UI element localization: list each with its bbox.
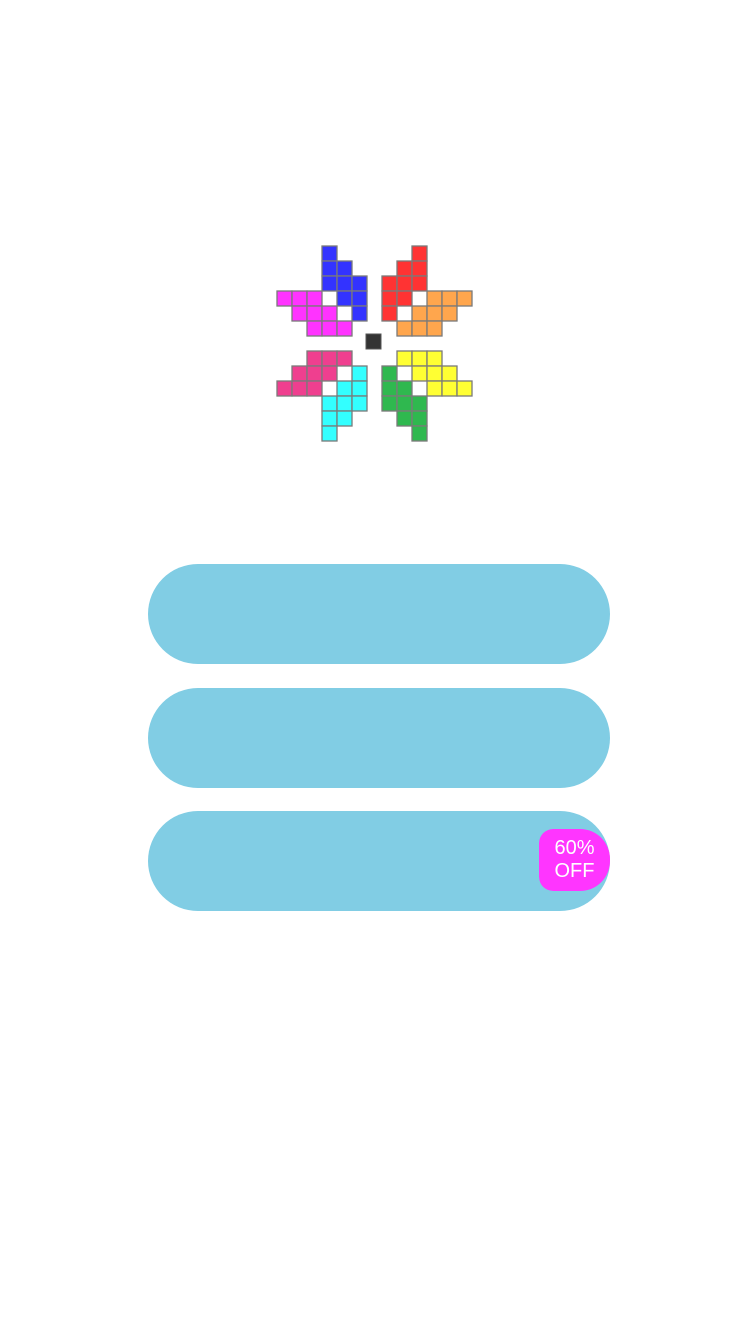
- logo-cell: [411, 395, 428, 412]
- logo-cell: [396, 350, 413, 367]
- logo-cell: [336, 260, 353, 277]
- logo-cell: [306, 365, 323, 382]
- discount-badge-percent: 60%: [554, 837, 595, 859]
- logo-cell: [351, 290, 368, 307]
- logo-cell: [441, 305, 458, 322]
- logo-cell: [381, 380, 398, 397]
- logo-cell: [306, 350, 323, 367]
- logo-cell: [411, 365, 428, 382]
- logo-cell: [321, 350, 338, 367]
- logo-cell: [441, 365, 458, 382]
- logo-cell: [321, 410, 338, 427]
- logo-cell: [306, 380, 323, 397]
- logo-cell: [426, 290, 443, 307]
- logo-cell: [321, 260, 338, 277]
- logo-cell: [426, 365, 443, 382]
- logo-cell: [426, 380, 443, 397]
- logo-cell: [426, 320, 443, 337]
- logo-cell: [411, 260, 428, 277]
- logo-cell: [381, 365, 398, 382]
- logo-cell: [411, 350, 428, 367]
- logo-cell: [396, 320, 413, 337]
- logo-cell: [321, 305, 338, 322]
- logo-cell: [336, 350, 353, 367]
- logo-cell: [276, 380, 293, 397]
- logo-center-dot: [365, 333, 382, 350]
- discount-badge-off: OFF: [554, 860, 595, 882]
- logo-cell: [351, 380, 368, 397]
- logo-cell: [381, 395, 398, 412]
- logo-cell: [291, 365, 308, 382]
- logo-cell: [306, 305, 323, 322]
- logo-cell: [291, 305, 308, 322]
- logo-cell: [411, 320, 428, 337]
- logo-cell: [351, 365, 368, 382]
- logo-cell: [336, 275, 353, 292]
- logo-cell: [336, 395, 353, 412]
- logo-cell: [411, 275, 428, 292]
- logo-cell: [441, 290, 458, 307]
- logo-cell: [306, 290, 323, 307]
- discount-badge: 60% OFF: [539, 829, 610, 891]
- app-logo: [276, 245, 473, 442]
- logo-cell: [321, 395, 338, 412]
- logo-cell: [336, 320, 353, 337]
- logo-cell: [336, 290, 353, 307]
- logo-cell: [381, 290, 398, 307]
- logo-cell: [411, 410, 428, 427]
- logo-cell: [411, 245, 428, 262]
- logo-cell: [381, 275, 398, 292]
- logo-cell: [396, 395, 413, 412]
- logo-cell: [321, 365, 338, 382]
- logo-cell: [411, 425, 428, 442]
- logo-cell: [381, 305, 398, 322]
- logo-cell: [336, 410, 353, 427]
- logo-cell: [291, 290, 308, 307]
- logo-cell: [351, 275, 368, 292]
- menu-button-2-label: [148, 688, 610, 788]
- logo-cell: [426, 350, 443, 367]
- logo-cell: [411, 305, 428, 322]
- logo-cell: [396, 380, 413, 397]
- logo-cell: [321, 275, 338, 292]
- logo-cell: [291, 380, 308, 397]
- menu-button-1-label: [148, 564, 610, 664]
- logo-cell: [396, 410, 413, 427]
- logo-cell: [306, 320, 323, 337]
- logo-cell: [321, 245, 338, 262]
- logo-cell: [321, 425, 338, 442]
- logo-cell: [321, 320, 338, 337]
- menu-button-1[interactable]: [148, 564, 610, 664]
- menu-button-2[interactable]: [148, 688, 610, 788]
- logo-cell: [336, 380, 353, 397]
- logo-cell: [276, 290, 293, 307]
- menu-button-3[interactable]: 60% OFF: [148, 811, 610, 911]
- logo-cell: [456, 290, 473, 307]
- logo-cell: [456, 380, 473, 397]
- logo-cell: [396, 290, 413, 307]
- logo-cell: [396, 275, 413, 292]
- logo-cell: [351, 395, 368, 412]
- logo-cell: [396, 260, 413, 277]
- logo-cell: [426, 305, 443, 322]
- logo-cell: [441, 380, 458, 397]
- logo-cell: [351, 305, 368, 322]
